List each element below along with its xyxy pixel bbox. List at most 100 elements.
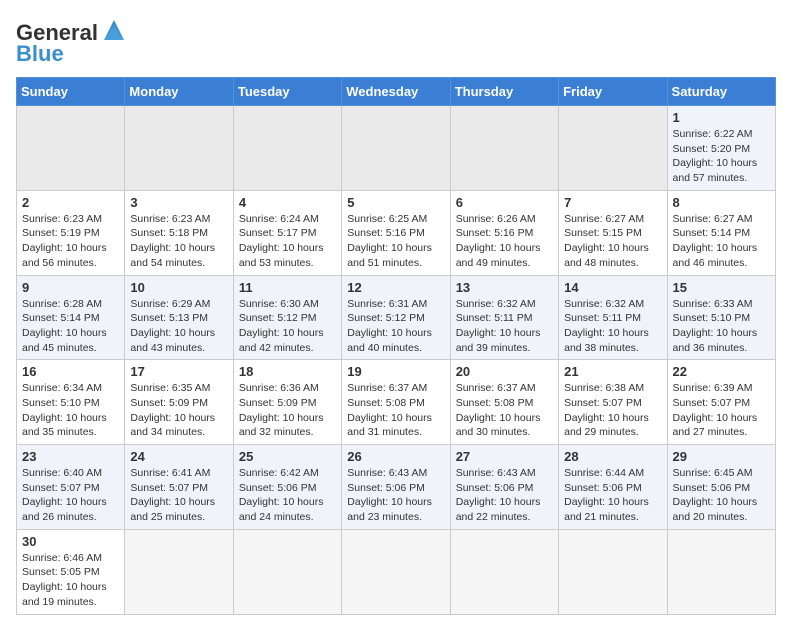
calendar-cell: 30Sunrise: 6:46 AM Sunset: 5:05 PM Dayli… (17, 529, 125, 614)
day-info: Sunrise: 6:41 AM Sunset: 5:07 PM Dayligh… (130, 466, 227, 525)
day-number: 22 (673, 364, 770, 379)
calendar-cell (125, 529, 233, 614)
week-row-0: 1Sunrise: 6:22 AM Sunset: 5:20 PM Daylig… (17, 106, 776, 191)
day-info: Sunrise: 6:28 AM Sunset: 5:14 PM Dayligh… (22, 297, 119, 356)
calendar-cell: 26 Sunrise: 6:43 AM Sunset: 5:06 PM Dayli… (342, 445, 450, 530)
day-number: 28 (564, 449, 661, 464)
day-info: Sunrise: 6:33 AM Sunset: 5:10 PM Dayligh… (673, 297, 770, 356)
calendar-cell: 6 Sunrise: 6:26 AM Sunset: 5:16 PM Daylig… (450, 190, 558, 275)
day-number: 9 (22, 280, 119, 295)
day-number: 16 (22, 364, 119, 379)
day-info: Sunrise: 6:22 AM Sunset: 5:20 PM Dayligh… (673, 127, 770, 186)
day-number: 23 (22, 449, 119, 464)
day-info: Sunrise: 6:42 AM Sunset: 5:06 PM Dayligh… (239, 466, 336, 525)
day-number: 6 (456, 195, 553, 210)
calendar-cell: 3Sunrise: 6:23 AM Sunset: 5:18 PM Daylig… (125, 190, 233, 275)
calendar-cell: 10Sunrise: 6:29 AM Sunset: 5:13 PM Dayli… (125, 275, 233, 360)
weekday-header-friday: Friday (559, 78, 667, 106)
day-info: Sunrise: 6:27 AM Sunset: 5:15 PM Dayligh… (564, 212, 661, 271)
day-info: Sunrise: 6:34 AM Sunset: 5:10 PM Dayligh… (22, 381, 119, 440)
day-info: Sunrise: 6:26 AM Sunset: 5:16 PM Dayligh… (456, 212, 553, 271)
calendar-cell: 9 Sunrise: 6:28 AM Sunset: 5:14 PM Daylig… (17, 275, 125, 360)
calendar-cell (125, 106, 233, 191)
day-info: Sunrise: 6:44 AM Sunset: 5:06 PM Dayligh… (564, 466, 661, 525)
calendar-cell: 4 Sunrise: 6:24 AM Sunset: 5:17 PM Daylig… (233, 190, 341, 275)
calendar-cell: 1Sunrise: 6:22 AM Sunset: 5:20 PM Daylig… (667, 106, 775, 191)
calendar-cell: 7Sunrise: 6:27 AM Sunset: 5:15 PM Daylig… (559, 190, 667, 275)
day-info: Sunrise: 6:35 AM Sunset: 5:09 PM Dayligh… (130, 381, 227, 440)
day-number: 21 (564, 364, 661, 379)
weekday-header-row: SundayMondayTuesdayWednesdayThursdayFrid… (17, 78, 776, 106)
calendar-cell (17, 106, 125, 191)
calendar-cell (233, 529, 341, 614)
weekday-header-sunday: Sunday (17, 78, 125, 106)
day-info: Sunrise: 6:30 AM Sunset: 5:12 PM Dayligh… (239, 297, 336, 356)
weekday-header-saturday: Saturday (667, 78, 775, 106)
calendar-cell: 2 Sunrise: 6:23 AM Sunset: 5:19 PM Daylig… (17, 190, 125, 275)
day-number: 8 (673, 195, 770, 210)
weekday-header-thursday: Thursday (450, 78, 558, 106)
day-info: Sunrise: 6:46 AM Sunset: 5:05 PM Dayligh… (22, 551, 119, 610)
calendar-cell: 19 Sunrise: 6:37 AM Sunset: 5:08 PM Dayli… (342, 360, 450, 445)
day-info: Sunrise: 6:32 AM Sunset: 5:11 PM Dayligh… (456, 297, 553, 356)
day-number: 29 (673, 449, 770, 464)
week-row-5: 30Sunrise: 6:46 AM Sunset: 5:05 PM Dayli… (17, 529, 776, 614)
day-info: Sunrise: 6:38 AM Sunset: 5:07 PM Dayligh… (564, 381, 661, 440)
week-row-3: 16 Sunrise: 6:34 AM Sunset: 5:10 PM Dayli… (17, 360, 776, 445)
day-info: Sunrise: 6:40 AM Sunset: 5:07 PM Dayligh… (22, 466, 119, 525)
calendar-cell: 28 Sunrise: 6:44 AM Sunset: 5:06 PM Dayli… (559, 445, 667, 530)
calendar-cell: 22Sunrise: 6:39 AM Sunset: 5:07 PM Dayli… (667, 360, 775, 445)
week-row-4: 23 Sunrise: 6:40 AM Sunset: 5:07 PM Dayli… (17, 445, 776, 530)
day-number: 19 (347, 364, 444, 379)
day-info: Sunrise: 6:43 AM Sunset: 5:06 PM Dayligh… (347, 466, 444, 525)
day-info: Sunrise: 6:32 AM Sunset: 5:11 PM Dayligh… (564, 297, 661, 356)
day-info: Sunrise: 6:23 AM Sunset: 5:19 PM Dayligh… (22, 212, 119, 271)
calendar-cell (559, 529, 667, 614)
day-info: Sunrise: 6:37 AM Sunset: 5:08 PM Dayligh… (347, 381, 444, 440)
calendar-cell: 20 Sunrise: 6:37 AM Sunset: 5:08 PM Dayli… (450, 360, 558, 445)
day-info: Sunrise: 6:36 AM Sunset: 5:09 PM Dayligh… (239, 381, 336, 440)
calendar-cell: 16 Sunrise: 6:34 AM Sunset: 5:10 PM Dayli… (17, 360, 125, 445)
calendar: SundayMondayTuesdayWednesdayThursdayFrid… (16, 77, 776, 615)
logo-icon (100, 16, 128, 44)
day-number: 2 (22, 195, 119, 210)
day-number: 24 (130, 449, 227, 464)
day-info: Sunrise: 6:25 AM Sunset: 5:16 PM Dayligh… (347, 212, 444, 271)
calendar-cell (667, 529, 775, 614)
day-number: 12 (347, 280, 444, 295)
day-number: 20 (456, 364, 553, 379)
day-number: 15 (673, 280, 770, 295)
calendar-cell: 11Sunrise: 6:30 AM Sunset: 5:12 PM Dayli… (233, 275, 341, 360)
calendar-cell: 24 Sunrise: 6:41 AM Sunset: 5:07 PM Dayli… (125, 445, 233, 530)
day-number: 27 (456, 449, 553, 464)
day-number: 5 (347, 195, 444, 210)
day-number: 18 (239, 364, 336, 379)
day-info: Sunrise: 6:24 AM Sunset: 5:17 PM Dayligh… (239, 212, 336, 271)
weekday-header-tuesday: Tuesday (233, 78, 341, 106)
day-number: 4 (239, 195, 336, 210)
calendar-cell: 25 Sunrise: 6:42 AM Sunset: 5:06 PM Dayli… (233, 445, 341, 530)
day-info: Sunrise: 6:43 AM Sunset: 5:06 PM Dayligh… (456, 466, 553, 525)
header: General Blue (16, 16, 776, 67)
day-info: Sunrise: 6:37 AM Sunset: 5:08 PM Dayligh… (456, 381, 553, 440)
day-info: Sunrise: 6:45 AM Sunset: 5:06 PM Dayligh… (673, 466, 770, 525)
day-number: 26 (347, 449, 444, 464)
week-row-1: 2 Sunrise: 6:23 AM Sunset: 5:19 PM Daylig… (17, 190, 776, 275)
calendar-cell: 12 Sunrise: 6:31 AM Sunset: 5:12 PM Dayli… (342, 275, 450, 360)
calendar-cell: 14Sunrise: 6:32 AM Sunset: 5:11 PM Dayli… (559, 275, 667, 360)
calendar-cell (342, 529, 450, 614)
calendar-cell: 15 Sunrise: 6:33 AM Sunset: 5:10 PM Dayli… (667, 275, 775, 360)
day-number: 17 (130, 364, 227, 379)
day-number: 13 (456, 280, 553, 295)
calendar-cell: 23 Sunrise: 6:40 AM Sunset: 5:07 PM Dayli… (17, 445, 125, 530)
day-number: 10 (130, 280, 227, 295)
calendar-cell (559, 106, 667, 191)
calendar-cell: 8 Sunrise: 6:27 AM Sunset: 5:14 PM Daylig… (667, 190, 775, 275)
day-number: 25 (239, 449, 336, 464)
day-info: Sunrise: 6:27 AM Sunset: 5:14 PM Dayligh… (673, 212, 770, 271)
weekday-header-monday: Monday (125, 78, 233, 106)
logo: General Blue (16, 16, 128, 67)
day-info: Sunrise: 6:31 AM Sunset: 5:12 PM Dayligh… (347, 297, 444, 356)
calendar-cell (342, 106, 450, 191)
calendar-cell (233, 106, 341, 191)
